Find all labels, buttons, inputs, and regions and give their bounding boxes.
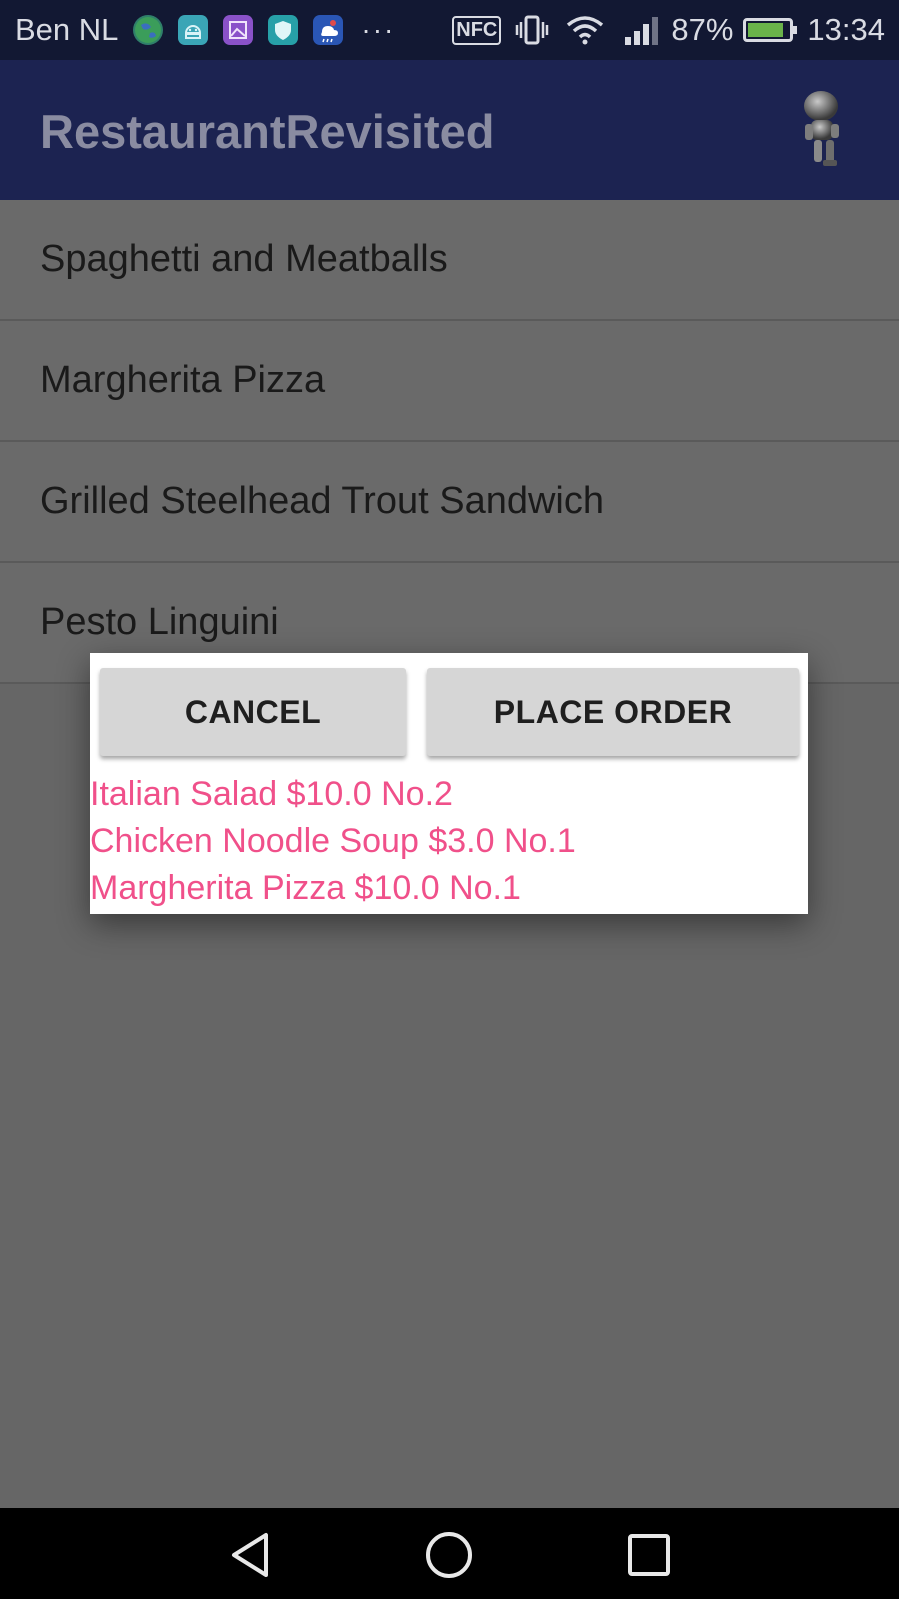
menu-item[interactable]: Spaghetti and Meatballs [0,200,899,321]
menu-item[interactable]: Grilled Steelhead Trout Sandwich [0,442,899,563]
wifi-icon [565,15,605,45]
status-bar-right: NFC 87% 13:34 [452,0,885,60]
menu-item[interactable]: Margherita Pizza [0,321,899,442]
status-bar-left: Ben NL ··· [15,0,395,60]
status-bar: Ben NL ··· NFC 87% 13:34 [0,0,899,60]
shield-icon [268,15,299,45]
menu-list: Spaghetti and Meatballs Margherita Pizza… [0,200,899,684]
globe-icon [133,15,164,45]
gallery-icon [223,15,254,45]
weather-icon [313,15,344,45]
battery-fill [748,23,784,37]
signal-icon [623,15,661,45]
clock: 13:34 [807,12,885,47]
navigation-bar [0,1508,899,1599]
order-line: Chicken Noodle Soup $3.0 No.1 [90,822,576,860]
android-icon [178,15,209,45]
menu-item-label: Margherita Pizza [40,359,326,401]
battery-percent: 87% [671,12,734,47]
cancel-button[interactable]: CANCEL [100,668,406,756]
order-line: Italian Salad $10.0 No.2 [90,775,453,813]
menu-item-label: Pesto Linguini [40,601,279,643]
more-notifications-icon: ··· [361,14,396,45]
menu-item-label: Grilled Steelhead Trout Sandwich [40,480,604,522]
battery-icon [743,18,798,42]
vibrate-icon [515,14,549,46]
order-line: Margherita Pizza $10.0 No.1 [90,869,521,907]
app-title: RestaurantRevisited [40,105,495,158]
place-order-button[interactable]: PLACE ORDER [427,668,799,756]
order-dialog: CANCEL PLACE ORDER Italian Salad $10.0 N… [90,653,808,914]
order-summary: Italian Salad $10.0 No.2 Chicken Noodle … [90,771,576,912]
home-icon[interactable] [424,1530,474,1580]
menu-item-label: Spaghetti and Meatballs [40,238,448,280]
back-icon[interactable] [226,1530,276,1580]
robot-avatar-icon[interactable] [795,88,855,170]
nfc-icon: NFC [452,15,502,45]
recents-icon[interactable] [626,1532,672,1578]
carrier-name: Ben NL [15,12,119,47]
